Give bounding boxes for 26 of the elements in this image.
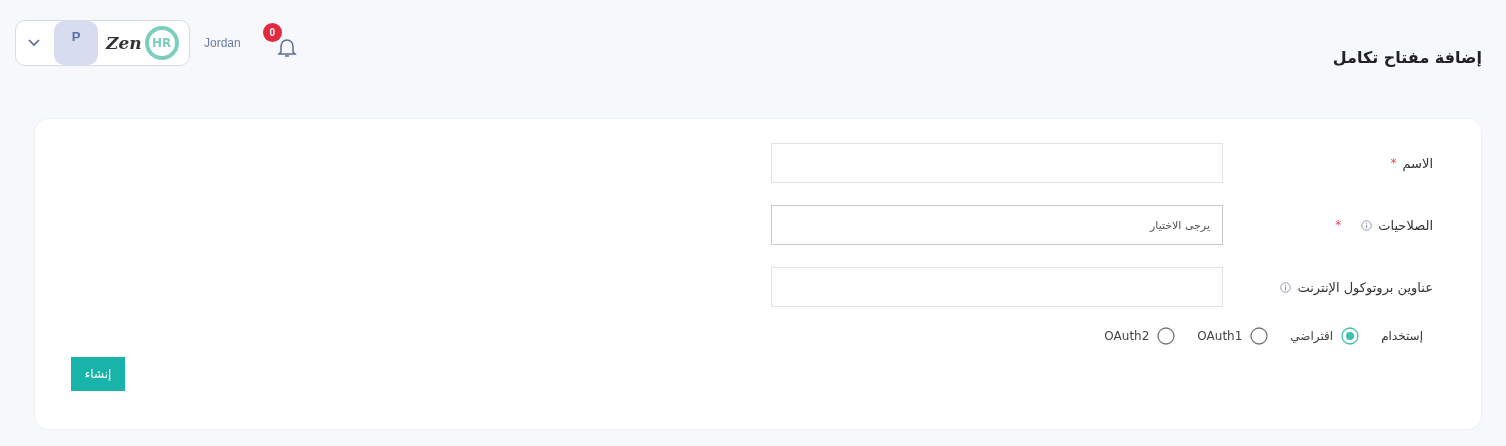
radio-icon[interactable]	[1341, 327, 1360, 345]
input-field[interactable]	[771, 143, 1223, 183]
required-mark: *	[1390, 156, 1397, 170]
logo-badge: HR	[144, 26, 179, 60]
avatar: P	[54, 21, 98, 65]
radio-icon[interactable]	[1157, 327, 1176, 345]
field-label: عناوين بروتوكول الإنترنت	[1297, 279, 1433, 295]
select-field[interactable]: يرجى الاختيار	[771, 205, 1223, 245]
info-icon[interactable]	[1280, 281, 1292, 293]
bell-icon[interactable]	[276, 37, 297, 58]
notification-count: 0	[262, 23, 282, 42]
country-label: Jordan	[204, 36, 241, 50]
input-field[interactable]	[771, 267, 1223, 307]
caret-icon	[28, 39, 40, 47]
field-label: الاسم	[1402, 155, 1433, 171]
logo-text: Zen	[106, 33, 142, 53]
radio-option[interactable]: OAuth1	[1197, 327, 1269, 345]
profile-switcher[interactable]: P Zen HR	[15, 20, 190, 66]
page-title: إضافة مفتاح تكامل	[1332, 48, 1482, 67]
field-label: الصلاحيات	[1378, 217, 1433, 233]
radio-option[interactable]: افتراضي	[1290, 327, 1360, 345]
radio-icon[interactable]	[1250, 327, 1269, 345]
info-icon[interactable]	[1361, 219, 1373, 231]
radio-option[interactable]: OAuth2	[1104, 327, 1176, 345]
required-mark: *	[1335, 218, 1342, 232]
usage-label: إستخدام	[1381, 329, 1423, 343]
